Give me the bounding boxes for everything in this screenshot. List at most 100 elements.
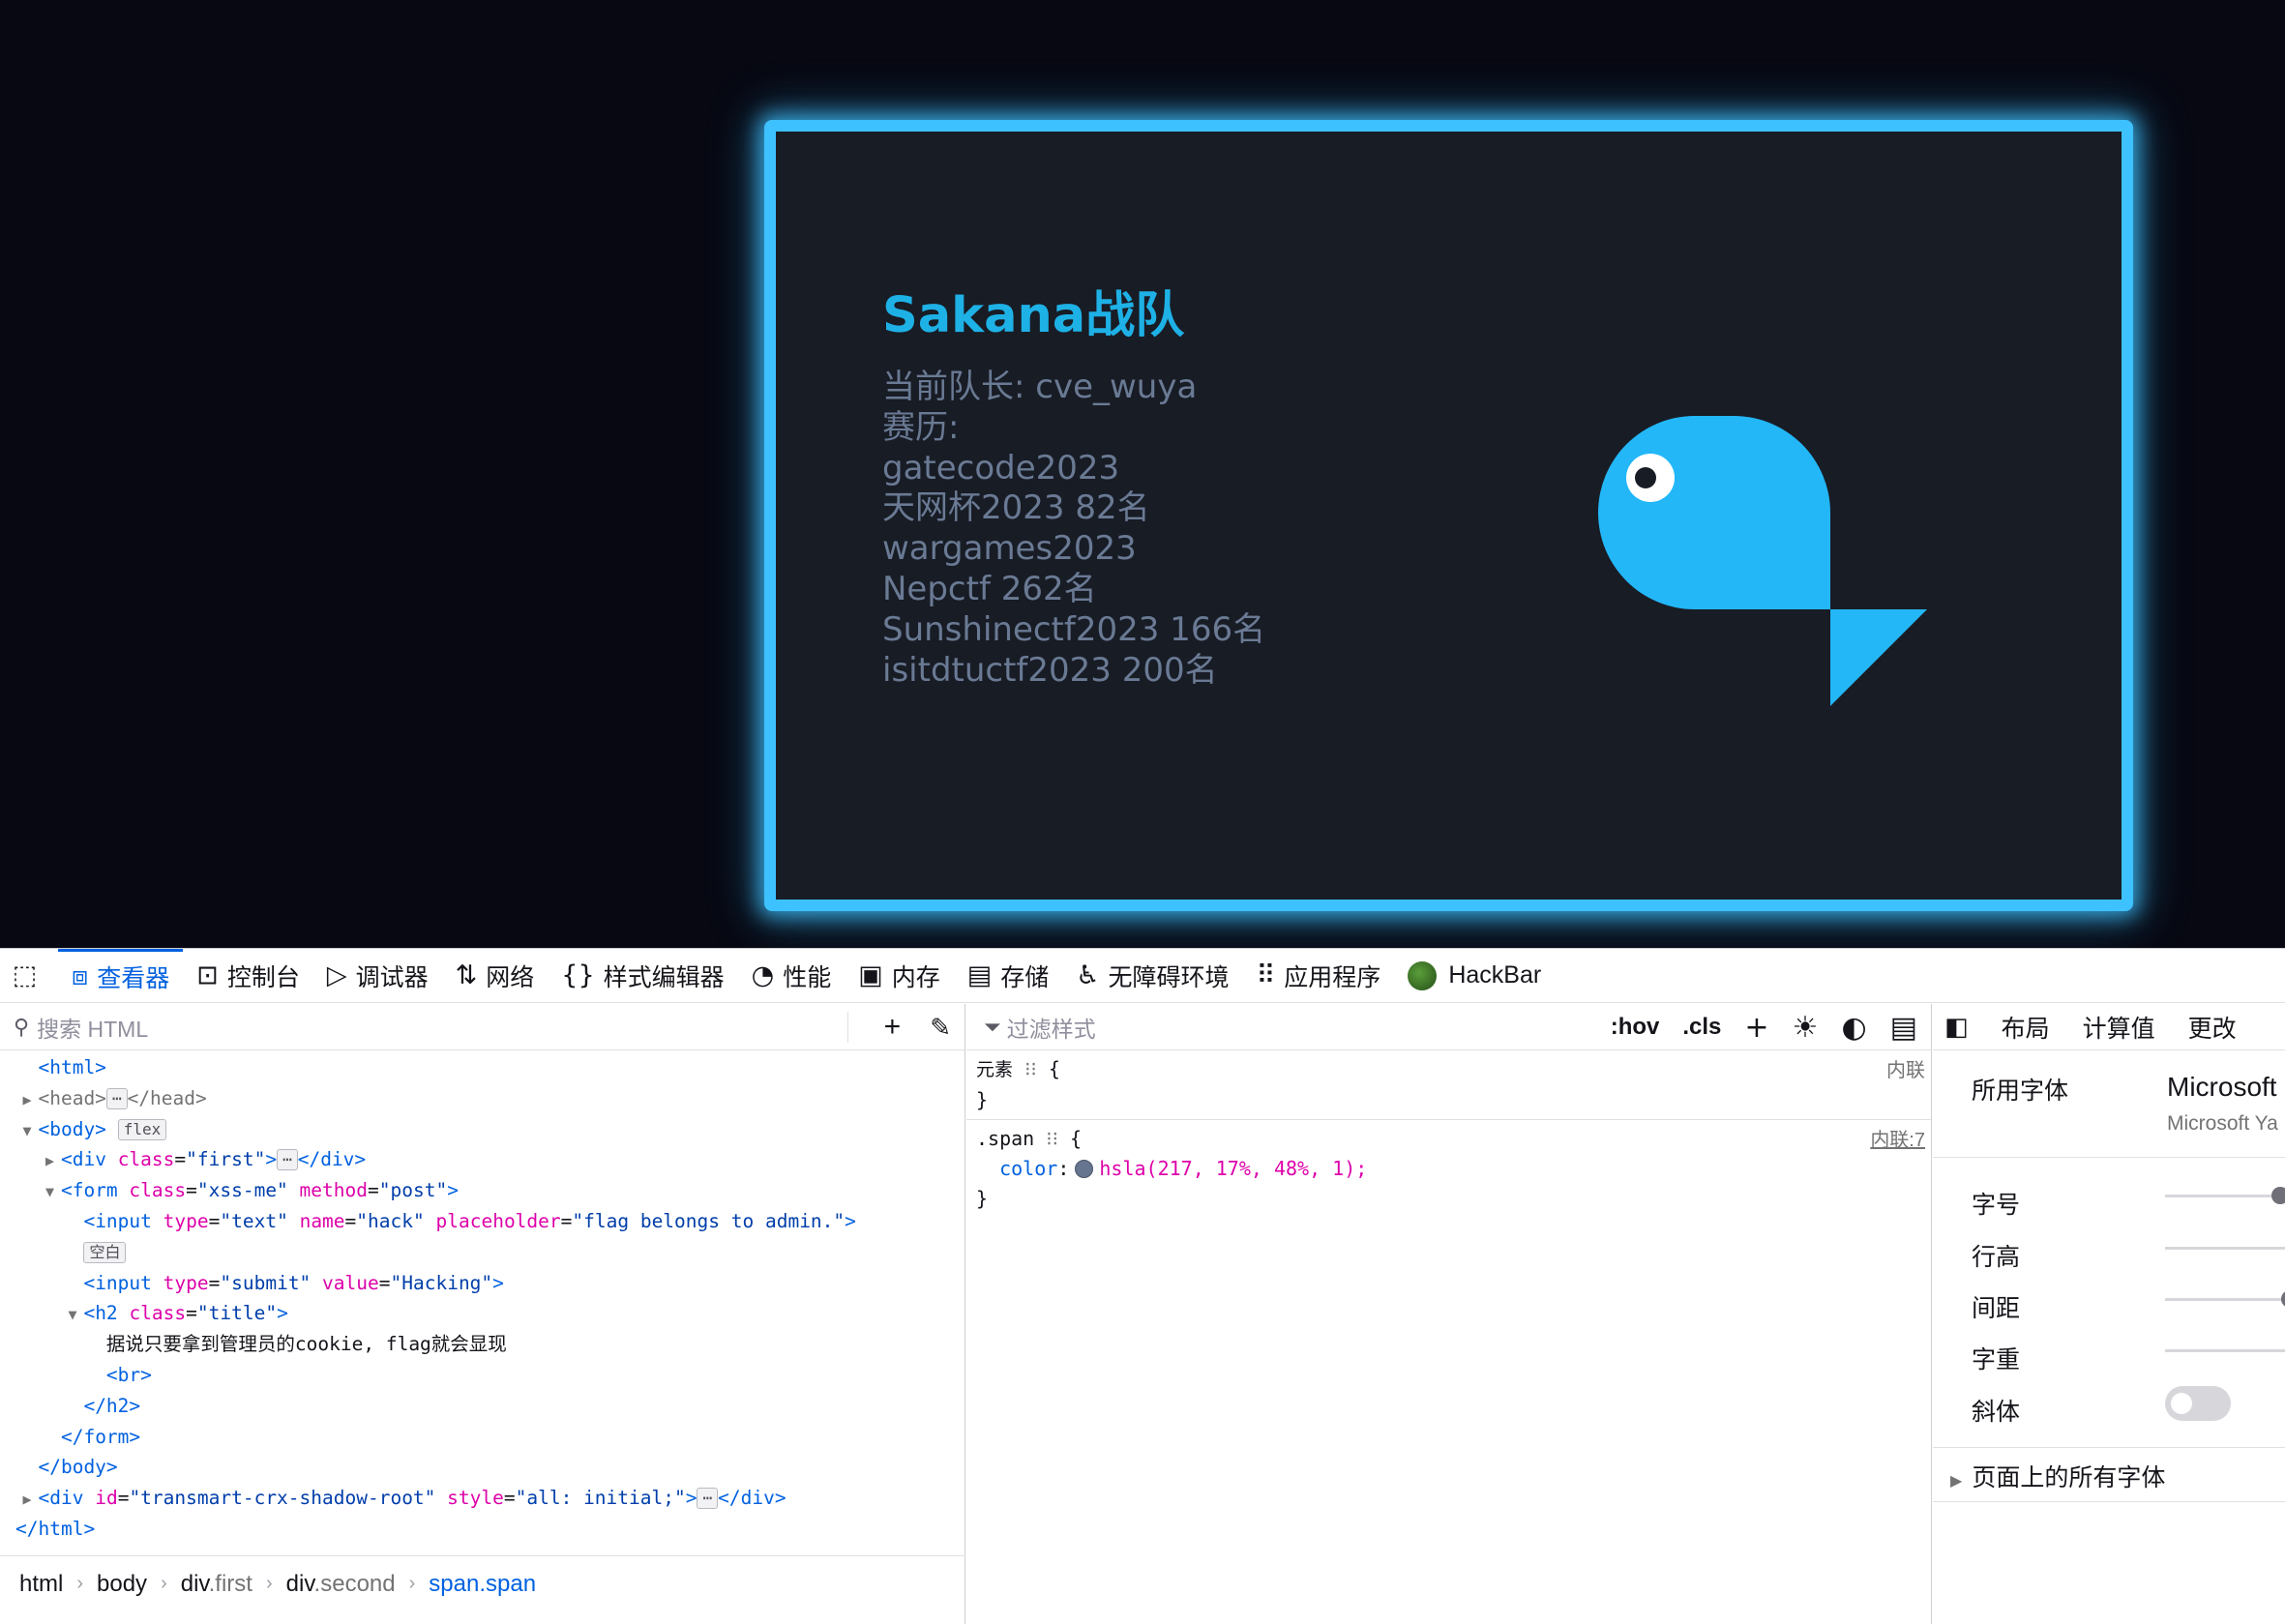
fonts-panel: ◧ 布局 计算值 更改 所用字体 Microsoft Microsoft Ya … — [1933, 1004, 2285, 1624]
breadcrumb-item[interactable]: html — [19, 1571, 63, 1598]
color-swatch[interactable] — [1075, 1160, 1094, 1178]
used-font-label: 所用字体 — [1972, 1078, 2069, 1105]
html-search-bar[interactable]: ⚲ 搜索 HTML + ✎ — [0, 1004, 964, 1050]
debugger-icon: ▷ — [326, 960, 347, 990]
collapse-arrow-icon: ▼ — [45, 1183, 54, 1201]
letter-spacing-label: 间距 — [1972, 1295, 2021, 1322]
tab-debugger[interactable]: ▷ 调试器 — [313, 949, 442, 1003]
whitespace-badge: 空白 — [83, 1241, 127, 1263]
tree-node[interactable]: ▼ <h2 class="title"> — [0, 1298, 964, 1329]
tab-layout[interactable]: 布局 — [2002, 1010, 2050, 1045]
collapsed-badge: ⋯ — [105, 1087, 128, 1109]
styles-filter-bar[interactable]: ⏷ 过滤样式 :hov .cls + ☀ ◐ ▤ — [966, 1004, 1931, 1050]
italic-toggle[interactable] — [2165, 1386, 2231, 1421]
all-fonts-section[interactable]: ▶ 页面上的所有字体 — [1950, 1459, 2165, 1493]
font-size-slider[interactable] — [2165, 1187, 2285, 1204]
tab-memory[interactable]: ▣ 内存 — [845, 949, 954, 1003]
letter-spacing-slider[interactable] — [2165, 1290, 2285, 1308]
element-rule[interactable]: 元素 ⁝⁝ {} 内联 — [966, 1050, 1931, 1120]
tab-label: HackBar — [1448, 961, 1542, 989]
memory-icon: ▣ — [858, 960, 883, 990]
tree-node[interactable]: <br> — [0, 1360, 964, 1391]
add-node-icon[interactable]: + — [884, 1011, 902, 1044]
tree-node[interactable]: ▼ <body> flex — [0, 1114, 964, 1145]
performance-icon: ◔ — [751, 960, 775, 990]
divider — [1933, 1501, 2285, 1502]
markup-view: ⚲ 搜索 HTML + ✎ <html> ▶ <head> ⋯ </head> ▼ <b… — [0, 1004, 965, 1624]
tab-label: 存储 — [1000, 963, 1050, 991]
tree-node[interactable]: 据说只要拿到管理员的cookie, flag就会显现 — [0, 1329, 964, 1360]
breadcrumb-item-current[interactable]: span.span — [429, 1571, 536, 1598]
light-mode-icon[interactable]: ☀ — [1793, 1011, 1819, 1045]
font-weight-slider[interactable] — [2165, 1349, 2285, 1352]
expand-arrow-icon: ▶ — [45, 1152, 54, 1170]
line-height-label: 行高 — [1972, 1244, 2021, 1271]
tab-label: 调试器 — [355, 963, 429, 991]
tree-node[interactable]: <input type="text" name="hack" placehold… — [0, 1206, 964, 1237]
tree-node[interactable]: ▼ <form class="xss-me" method="post"> — [0, 1175, 964, 1206]
tab-label: 应用程序 — [1284, 963, 1381, 991]
tab-inspector[interactable]: ⧈ 查看器 — [58, 948, 184, 1003]
tree-node[interactable]: ▶ <div class="first"> ⋯ </div> — [0, 1144, 964, 1175]
tab-application[interactable]: ⠿ 应用程序 — [1243, 949, 1395, 1003]
eyedropper-icon[interactable]: ✎ — [930, 1013, 951, 1043]
rule-source-link[interactable]: 内联:7 — [1870, 1126, 1925, 1156]
tree-node[interactable]: </body> — [0, 1452, 964, 1483]
tree-node[interactable]: ▶ <head> ⋯ </head> — [0, 1083, 964, 1114]
tab-storage[interactable]: ▤ 存储 — [954, 949, 1063, 1003]
add-rule-icon[interactable]: + — [1744, 1011, 1768, 1045]
tab-label: 性能 — [783, 963, 832, 991]
cls-toggle[interactable]: .cls — [1682, 1014, 1721, 1041]
tree-node[interactable]: 空白 — [0, 1237, 964, 1268]
span-rule[interactable]: .span ⁝⁝ { color: hsla(217, 17%, 48%, 1);… — [966, 1120, 1931, 1218]
breadcrumb-item[interactable]: div.second — [286, 1571, 396, 1598]
tab-network[interactable]: ⇅ 网络 — [442, 949, 549, 1003]
tab-changes[interactable]: 更改 — [2188, 1010, 2237, 1045]
search-icon: ⚲ — [14, 1014, 30, 1039]
tab-console[interactable]: ⊡ 控制台 — [183, 949, 313, 1003]
tab-hackbar[interactable]: HackBar — [1394, 949, 1555, 1003]
print-media-icon[interactable]: ▤ — [1890, 1011, 1917, 1045]
text-node: 据说只要拿到管理员的cookie, flag就会显现 — [105, 1333, 507, 1356]
collapsed-badge: ⋯ — [277, 1149, 298, 1171]
tree-node[interactable]: <input type="submit" value="Hacking"> — [0, 1268, 964, 1299]
tree-node[interactable]: </h2> — [0, 1391, 964, 1422]
dark-mode-icon[interactable]: ◐ — [1841, 1011, 1866, 1045]
info-line: gatecode2023 — [882, 448, 1120, 487]
font-size-label: 字号 — [1972, 1192, 2021, 1219]
divider — [847, 1012, 848, 1043]
markup-tree: <html> ▶ <head> ⋯ </head> ▼ <body> flex ▶ <di… — [0, 1052, 964, 1545]
breadcrumb-item[interactable]: div.first — [181, 1571, 252, 1598]
devtools-panel: ⬚ ⧈ 查看器 ⊡ 控制台 ▷ 调试器 ⇅ 网络 {} 样式编辑器 ◔ 性能 ▣ 内存 ▤ 存储… — [0, 948, 2285, 1624]
tree-node[interactable]: </html> — [0, 1514, 964, 1545]
info-line: Sunshinectf2023 166名 — [882, 609, 1266, 649]
property-name[interactable]: color — [999, 1157, 1057, 1180]
info-line: Nepctf 262名 — [882, 569, 1097, 608]
styles-filter-input[interactable]: 过滤样式 — [1007, 1011, 1096, 1044]
devtools-toolbar: ⬚ ⧈ 查看器 ⊡ 控制台 ▷ 调试器 ⇅ 网络 {} 样式编辑器 ◔ 性能 ▣ 内存 ▤ 存储… — [0, 948, 2285, 1003]
toggle-sidebar-icon[interactable]: ◧ — [1944, 1012, 1969, 1042]
tab-performance[interactable]: ◔ 性能 — [738, 949, 846, 1003]
tree-node[interactable]: ▶ <div id="transmart-crx-shadow-root" sty… — [0, 1483, 964, 1514]
tree-node[interactable]: <html> — [0, 1052, 964, 1083]
accessibility-icon: ♿ — [1076, 960, 1100, 990]
element-picker-icon[interactable]: ⬚ — [0, 949, 58, 1003]
hov-toggle[interactable]: :hov — [1611, 1014, 1660, 1041]
breadcrumb-item[interactable]: body — [97, 1571, 147, 1598]
rules-view: ⏷ 过滤样式 :hov .cls + ☀ ◐ ▤ 元素 ⁝⁝ {} 内联 .sp… — [966, 1004, 1932, 1624]
info-line: 天网杯2023 82名 — [882, 488, 1150, 528]
line-height-slider[interactable] — [2165, 1247, 2285, 1250]
flex-badge: flex — [117, 1118, 167, 1140]
html-search-input[interactable]: 搜索 HTML — [37, 1011, 148, 1044]
used-font-sub: Microsoft Ya — [2167, 1112, 2278, 1135]
tree-node[interactable]: </form> — [0, 1422, 964, 1453]
font-weight-label: 字重 — [1972, 1346, 2021, 1373]
info-line: 赛历: — [882, 407, 960, 447]
tab-label: 无障碍环境 — [1108, 963, 1230, 991]
team-card: Sakana战队 当前队长: cve_wuya 赛历: gatecode2023… — [764, 120, 2133, 911]
property-value[interactable]: hsla(217, 17%, 48%, 1); — [1099, 1157, 1367, 1180]
tab-accessibility[interactable]: ♿ 无障碍环境 — [1062, 949, 1242, 1003]
info-line: isitdtuctf2023 200名 — [882, 650, 1218, 690]
tab-style-editor[interactable]: {} 样式编辑器 — [548, 949, 737, 1003]
tab-computed[interactable]: 计算值 — [2083, 1010, 2155, 1045]
